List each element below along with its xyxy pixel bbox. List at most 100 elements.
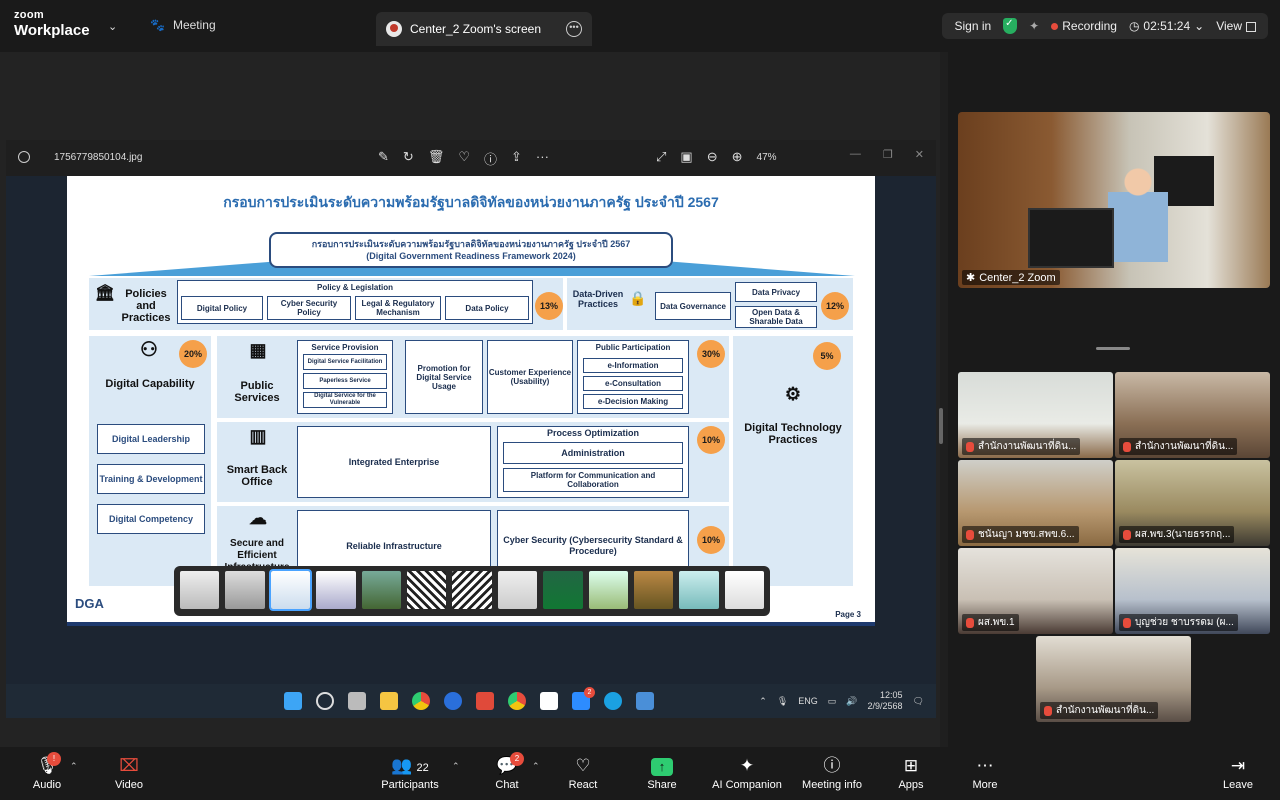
participant-tile[interactable]: ผส.พข.1	[958, 548, 1113, 634]
speaker-name: Center_2 Zoom	[979, 271, 1056, 284]
file-explorer-icon[interactable]	[380, 692, 398, 710]
viewer-filename: 1756779850104.jpg	[54, 152, 143, 163]
share-icon[interactable]: ⇪	[511, 149, 522, 168]
participant-tile[interactable]: สำนักงานพัฒนาที่ดิน...	[958, 372, 1113, 458]
rotate-icon[interactable]: ↻	[403, 149, 414, 168]
data-driven-label: Data-Driven Practices	[572, 289, 624, 309]
shared-screen-tab[interactable]: Center_2 Zoom's screen •••	[376, 12, 592, 46]
cyber-security-policy-box: Cyber Security Policy	[267, 296, 351, 320]
meeting-menu-button[interactable]: 🐾 Meeting	[150, 18, 216, 32]
chevron-up-icon[interactable]: ⌃	[532, 761, 540, 772]
chevron-up-icon[interactable]: ⌃	[70, 761, 78, 772]
meeting-timer[interactable]: ◷ 02:51:24 ⌄	[1129, 19, 1204, 33]
thumbnail[interactable]	[316, 571, 356, 609]
panel-resize-handle[interactable]	[939, 408, 943, 444]
maximize-icon[interactable]: ❐	[883, 148, 893, 161]
zoom-out-icon[interactable]: ⊖	[707, 149, 718, 165]
audio-alert-badge: !	[47, 752, 61, 766]
mic-muted-icon	[1123, 529, 1131, 540]
task-view-icon[interactable]	[348, 692, 366, 710]
remote-desktop: 1756779850104.jpg ✎ ↻ 🗑 ♡ ⓘ ⇪ ··· ⤢ ▣ ⊖ …	[6, 140, 936, 718]
language-indicator[interactable]: ENG	[798, 696, 818, 706]
apps-button[interactable]: ⊞ Apps	[894, 755, 928, 791]
fullscreen-icon[interactable]: ⤢	[656, 149, 666, 165]
thumbnail[interactable]	[225, 571, 265, 609]
fit-icon[interactable]: ▣	[680, 149, 692, 165]
zoom-taskbar-icon[interactable]: 2	[572, 687, 595, 710]
edge-icon[interactable]	[604, 692, 622, 710]
thumbnail[interactable]	[452, 571, 492, 609]
minimize-icon[interactable]: —	[850, 148, 861, 161]
ai-companion-button[interactable]: ✦ AI Companion	[710, 755, 784, 791]
integrated-enterprise-box: Integrated Enterprise	[297, 426, 491, 498]
chevron-up-icon[interactable]: ⌃	[452, 761, 460, 772]
chrome-profile-icon[interactable]	[508, 692, 526, 710]
chrome-icon[interactable]	[412, 692, 430, 710]
more-icon[interactable]: ···	[536, 149, 549, 168]
zoom-in-icon[interactable]: ⊕	[732, 149, 743, 165]
notification-icon[interactable]: 🗨	[913, 696, 924, 707]
delete-icon[interactable]: 🗑	[428, 149, 445, 168]
thumbnail[interactable]	[543, 571, 583, 609]
mic-muted-icon	[966, 441, 974, 452]
recording-indicator[interactable]: Recording	[1051, 19, 1117, 33]
chevron-down-icon[interactable]: ⌄	[108, 20, 117, 33]
thumbnail[interactable]	[497, 571, 538, 609]
more-options-icon[interactable]: •••	[566, 21, 582, 37]
audio-button[interactable]: 🎙! Audio	[30, 752, 64, 791]
more-button[interactable]: ⋯ More	[968, 755, 1002, 791]
photos-icon[interactable]	[636, 692, 654, 710]
capability-percent-badge: 20%	[179, 340, 207, 368]
slide-title: กรอบการประเมินระดับความพร้อมรัฐบาลดิจิทั…	[223, 194, 719, 210]
thumbnail[interactable]	[406, 571, 447, 609]
gallery-splitter[interactable]	[1096, 347, 1130, 350]
participant-tile[interactable]: ผส.พข.3(นายธรรกฤ...	[1115, 460, 1270, 546]
thumbnail[interactable]	[724, 571, 765, 609]
thumbnail[interactable]	[361, 571, 401, 609]
thumbnail[interactable]	[180, 571, 220, 609]
speaker-video[interactable]: ✱ Center_2 Zoom	[958, 112, 1270, 288]
host-icon: ✱	[966, 272, 976, 284]
edit-icon[interactable]: ✎	[378, 149, 389, 168]
framework-title-thai: กรอบการประเมินระดับความพร้อมรัฐบาลดิจิทั…	[311, 239, 631, 249]
thumbnail[interactable]	[679, 571, 719, 609]
thumbnail[interactable]	[633, 571, 674, 609]
react-button[interactable]: ♡ React	[566, 755, 600, 791]
zoom-workplace-logo[interactable]: zoom Workplace	[14, 10, 90, 39]
participant-tile[interactable]: สำนักงานพัฒนาที่ดิน...	[1036, 636, 1191, 722]
participant-tile[interactable]: สำนักงานพัฒนาที่ดิน...	[1115, 372, 1270, 458]
pdf-icon[interactable]	[540, 692, 558, 710]
encryption-shield-icon[interactable]	[1003, 18, 1018, 34]
e-consultation-box: e-Consultation	[583, 376, 683, 391]
video-monitor	[1028, 208, 1114, 268]
people-network-icon: ⚇	[140, 339, 158, 361]
meeting-info-button[interactable]: ⓘ Meeting info	[800, 755, 864, 791]
sparkle-icon[interactable]: ✦	[1029, 19, 1039, 33]
data-privacy-box: Data Privacy	[735, 282, 817, 302]
chevron-up-icon[interactable]: ⌃	[759, 696, 767, 707]
view-button[interactable]: View	[1216, 19, 1256, 33]
app-icon[interactable]	[476, 692, 494, 710]
windows-start-icon[interactable]	[284, 692, 302, 710]
microphone-icon[interactable]: 🎙	[777, 696, 788, 707]
participant-tile[interactable]: ชนันญา มชข.สพข.6...	[958, 460, 1113, 546]
leave-button[interactable]: ⇥ Leave	[1220, 755, 1256, 791]
volume-icon[interactable]: 🔊	[846, 696, 857, 707]
participants-button[interactable]: 👥 22 Participants	[378, 755, 442, 791]
participant-tile[interactable]: บุญช่วย ชาบรรดม (ผ...	[1115, 548, 1270, 634]
webex-icon[interactable]	[444, 692, 462, 710]
info-icon[interactable]: ⓘ	[484, 149, 497, 168]
search-icon[interactable]	[316, 692, 334, 710]
video-button[interactable]: ⌧ Video	[112, 755, 146, 791]
chat-button[interactable]: 💬 2 Chat	[490, 752, 524, 791]
sign-in-button[interactable]: Sign in	[954, 19, 991, 33]
network-icon[interactable]: ▭	[828, 696, 837, 707]
top-bar: zoom Workplace ⌄ 🐾 Meeting Center_2 Zoom…	[0, 0, 1280, 52]
taskbar-clock[interactable]: 12:05 2/9/2568	[868, 690, 903, 712]
chat-badge: 2	[510, 752, 524, 766]
thumbnail[interactable]	[588, 571, 628, 609]
close-icon[interactable]: ✕	[915, 148, 924, 161]
favorite-icon[interactable]: ♡	[458, 149, 470, 168]
share-button[interactable]: ↑ Share	[644, 755, 680, 791]
thumbnail-active[interactable]	[268, 569, 313, 611]
